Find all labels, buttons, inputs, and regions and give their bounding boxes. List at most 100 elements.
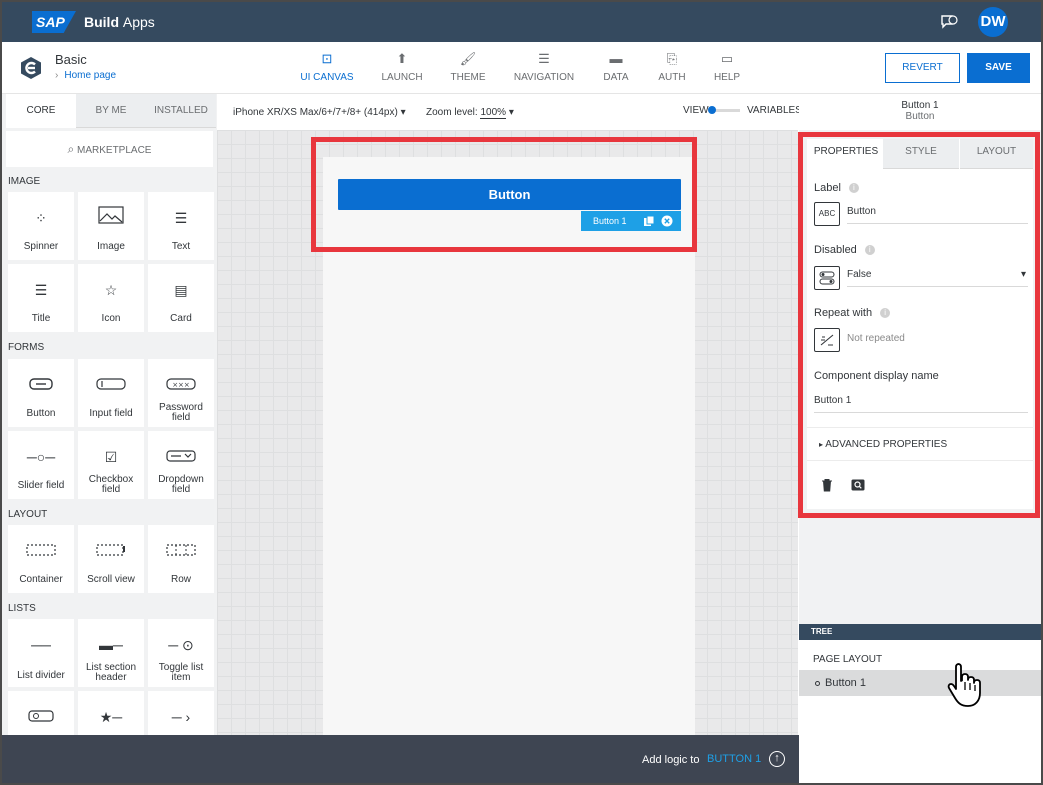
tab-ui-canvas[interactable]: ⊡ UI CANVAS: [298, 50, 356, 86]
feedback-icon[interactable]: [940, 14, 958, 30]
password-icon: ×××: [148, 373, 214, 397]
tab-label: HELP: [713, 72, 741, 83]
input-icon: [78, 373, 144, 397]
tile-label: Spinner: [23, 241, 59, 252]
hand-cursor-icon: [947, 663, 981, 707]
tab-label: NAVIGATION: [513, 72, 575, 83]
component-tree: PAGE LAYOUT Button 1: [799, 640, 1041, 783]
tile-label: Container: [19, 574, 63, 585]
device-select[interactable]: iPhone XR/XS Max/6+/7+/8+ (414px) ▾: [233, 107, 406, 118]
section-image: IMAGE: [8, 176, 41, 187]
tile-container[interactable]: Container: [8, 525, 74, 593]
nav-list-item-icon: ─ ›: [171, 709, 191, 725]
tile-icon-list-item[interactable]: ★─: [78, 691, 144, 735]
tab-launch[interactable]: ⬆ LAUNCH: [378, 50, 426, 86]
tab-label: UI CANVAS: [300, 72, 354, 83]
tile-image[interactable]: Image: [78, 192, 144, 260]
title-icon: ☰: [34, 282, 48, 298]
zoom-label: Zoom level:: [426, 107, 478, 118]
tab-data[interactable]: ▬ DATA: [600, 50, 632, 86]
data-icon: ▬: [609, 51, 623, 66]
tile-nav-list-item[interactable]: ─ ›: [148, 691, 214, 735]
tile-password-field[interactable]: ××× Password field: [148, 359, 214, 427]
selected-component-type: Button: [905, 111, 935, 122]
tile-slider-field[interactable]: ─○─ Slider field: [8, 431, 74, 499]
tile-row[interactable]: Row: [148, 525, 214, 593]
tab-navigation[interactable]: ☰ NAVIGATION: [510, 50, 578, 86]
view-label: VIEW: [683, 105, 709, 116]
view-variables-toggle[interactable]: [708, 106, 740, 114]
tile-label: List section header: [85, 662, 137, 683]
tile-checkbox-field[interactable]: ☑ Checkbox field: [78, 431, 144, 499]
marketplace-button[interactable]: ⌕ MARKETPLACE: [6, 131, 213, 167]
shell-bar: SAP Build Apps DW: [2, 2, 1041, 42]
tile-label: Toggle list item: [158, 662, 204, 683]
star-icon: ☆: [104, 282, 118, 298]
tile-list-section-header[interactable]: ▬─ List section header: [78, 619, 144, 687]
launch-icon: ⬆: [396, 51, 408, 66]
tree-item-label: Button 1: [825, 677, 866, 689]
logic-bar: Add logic to BUTTON 1 ↑: [2, 735, 799, 783]
sap-logo: SAP: [32, 11, 76, 33]
text-icon: ☰: [174, 210, 188, 226]
expand-up-icon[interactable]: ↑: [769, 751, 785, 767]
save-button[interactable]: SAVE: [967, 53, 1030, 83]
tile-label: Image: [97, 241, 125, 252]
tree-item[interactable]: Button 1: [799, 670, 1041, 696]
help-icon: ▭: [720, 51, 734, 66]
toggle-knob[interactable]: [708, 106, 716, 114]
canvas-toolbar: iPhone XR/XS Max/6+/7+/8+ (414px) ▾ Zoom…: [217, 94, 802, 130]
device-select-value: iPhone XR/XS Max/6+/7+/8+ (414px): [233, 107, 398, 118]
add-logic-target[interactable]: BUTTON 1: [707, 753, 761, 765]
tile-list-divider[interactable]: ── List divider: [8, 619, 74, 687]
tile-toggle-list-item[interactable]: ─ ⊙ Toggle list item: [148, 619, 214, 687]
marketplace-label: MARKETPLACE: [77, 145, 152, 156]
canvas-icon: ⊡: [321, 51, 333, 66]
tab-theme[interactable]: 🖌 THEME: [448, 50, 488, 86]
button-icon: [8, 373, 74, 397]
tile-label: Dropdown field: [158, 474, 204, 495]
svg-text:×××: ×××: [172, 381, 190, 389]
selected-component-name: Button 1: [901, 100, 939, 111]
tile-text[interactable]: ☰ Text: [148, 192, 214, 260]
toggle-item-icon: ─ ⊙: [168, 637, 194, 653]
user-avatar[interactable]: DW: [978, 7, 1008, 37]
tile-label: Scroll view: [87, 574, 135, 585]
palette-tab-by-me[interactable]: BY ME: [76, 94, 146, 128]
tile-search-item[interactable]: [8, 691, 74, 735]
zoom-value[interactable]: 100%: [480, 107, 507, 119]
tree-header[interactable]: TREE: [799, 624, 1041, 640]
palette-tab-core[interactable]: CORE: [6, 94, 76, 128]
tile-label: Button: [26, 408, 56, 419]
tile-title[interactable]: ☰ Title: [8, 264, 74, 332]
icon-list-item-icon: ★─: [99, 709, 123, 725]
variables-label: VARIABLES: [747, 105, 802, 116]
breadcrumb[interactable]: › Home page: [55, 70, 116, 81]
chevron-right-icon: ›: [55, 70, 59, 81]
tile-label: Title: [31, 313, 51, 324]
tile-spinner[interactable]: ⁘ Spinner: [8, 192, 74, 260]
theme-icon: 🖌: [459, 51, 477, 66]
palette-tab-installed[interactable]: INSTALLED: [146, 94, 216, 128]
section-header-icon: ▬─: [99, 637, 123, 653]
revert-button[interactable]: REVERT: [885, 53, 960, 83]
tile-input-field[interactable]: Input field: [78, 359, 144, 427]
tab-auth[interactable]: ⎘ AUTH: [654, 50, 690, 86]
tile-button[interactable]: Button: [8, 359, 74, 427]
tile-scroll-view[interactable]: Scroll view: [78, 525, 144, 593]
breadcrumb-page[interactable]: Home page: [64, 70, 116, 81]
image-icon: [78, 206, 144, 230]
app-window: SAP Build Apps DW Basic › Home page ⊡ UI C…: [0, 0, 1043, 785]
component-palette: CORE BY ME INSTALLED ⌕ MARKETPLACE IMAGE…: [2, 94, 217, 735]
tile-dropdown-field[interactable]: Dropdown field: [148, 431, 214, 499]
tile-label: Icon: [101, 313, 121, 324]
zoom-control[interactable]: Zoom level: 100% ▾: [426, 107, 514, 119]
scroll-view-icon: [78, 539, 144, 563]
tab-help[interactable]: ▭ HELP: [710, 50, 744, 86]
section-forms: FORMS: [8, 342, 45, 353]
search-bar-icon: [8, 705, 74, 729]
highlight-box-properties: [798, 132, 1040, 518]
tile-card[interactable]: ▤ Card: [148, 264, 214, 332]
tile-icon[interactable]: ☆ Icon: [78, 264, 144, 332]
app-logo-icon: [21, 57, 41, 79]
